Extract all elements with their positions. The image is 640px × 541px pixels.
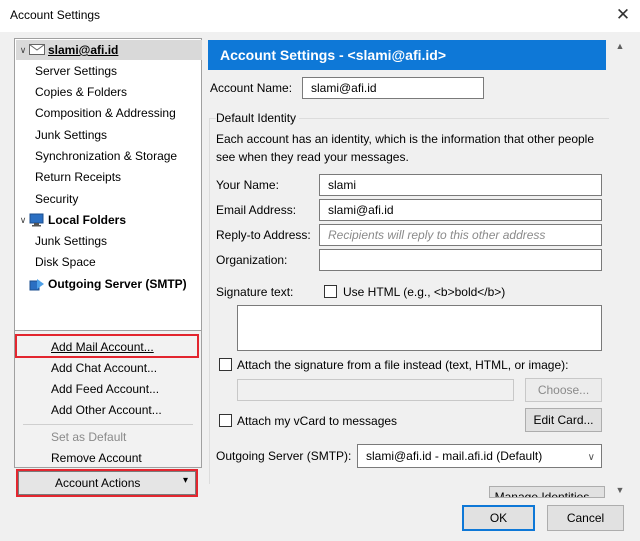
attach-signature-checkbox[interactable] <box>219 358 232 371</box>
menu-add-chat-account[interactable]: Add Chat Account... <box>51 358 157 378</box>
account-name-input[interactable]: slami@afi.id <box>302 77 484 99</box>
ok-button[interactable]: OK <box>462 505 535 531</box>
signature-file-input <box>237 379 514 401</box>
account-name-label: Account Name: <box>210 81 293 95</box>
cancel-button[interactable]: Cancel <box>547 505 624 531</box>
tree-item-local-junk[interactable]: Junk Settings <box>35 231 107 251</box>
menu-add-feed-account[interactable]: Add Feed Account... <box>51 379 159 399</box>
edit-card-button[interactable]: Edit Card... <box>525 408 602 432</box>
tree-item-synchronization[interactable]: Synchronization & Storage <box>35 146 177 166</box>
your-name-label: Your Name: <box>216 178 279 192</box>
tree-item-composition[interactable]: Composition & Addressing <box>35 103 176 123</box>
menu-separator <box>23 424 193 425</box>
outgoing-server-value: slami@afi.id - mail.afi.id (Default) <box>366 449 543 463</box>
identity-description: Each account has an identity, which is t… <box>216 132 595 164</box>
choose-button: Choose... <box>525 378 602 402</box>
mail-account-icon <box>29 44 45 55</box>
outgoing-server-label: Outgoing Server (SMTP): <box>216 449 352 463</box>
scroll-down-icon[interactable]: ▼ <box>612 482 628 498</box>
tree-item-copies-folders[interactable]: Copies & Folders <box>35 82 127 102</box>
outgoing-server-select[interactable]: slami@afi.id - mail.afi.id (Default) ∨ <box>357 444 602 468</box>
panel-banner: Account Settings - <slami@afi.id> <box>208 40 606 70</box>
organization-input[interactable] <box>319 249 602 271</box>
chevron-down-icon[interactable]: ∨ <box>18 45 28 55</box>
attach-vcard-checkbox[interactable] <box>219 414 232 427</box>
local-folders-icon <box>29 213 44 227</box>
menu-remove-account[interactable]: Remove Account <box>51 448 142 468</box>
organization-label: Organization: <box>216 253 288 267</box>
use-html-checkbox[interactable] <box>324 285 337 298</box>
account-tree[interactable]: ∨ slami@afi.id Server Settings Copies & … <box>14 38 202 330</box>
tree-item-disk-space[interactable]: Disk Space <box>35 252 96 272</box>
tree-item-server-settings[interactable]: Server Settings <box>35 61 117 81</box>
tree-item-security[interactable]: Security <box>35 189 78 209</box>
manage-identities-button[interactable]: Manage Identities... <box>489 486 605 498</box>
reply-to-label: Reply-to Address: <box>216 228 311 242</box>
reply-to-input[interactable]: Recipients will reply to this other addr… <box>319 224 602 246</box>
window-title: Account Settings <box>10 8 101 22</box>
close-icon[interactable]: ✕ <box>612 4 634 26</box>
scrollbar[interactable]: ▲ ▼ <box>612 38 628 498</box>
tree-item-return-receipts[interactable]: Return Receipts <box>35 167 121 187</box>
signature-textarea[interactable] <box>237 305 602 351</box>
attach-signature-label[interactable]: Attach the signature from a file instead… <box>237 356 568 374</box>
tree-account-label[interactable]: slami@afi.id <box>48 40 118 60</box>
tree-item-junk-settings[interactable]: Junk Settings <box>35 125 107 145</box>
email-address-input[interactable]: slami@afi.id <box>319 199 602 221</box>
menu-set-default: Set as Default <box>51 430 127 444</box>
your-name-input[interactable]: slami <box>319 174 602 196</box>
highlight-account-actions <box>16 469 198 497</box>
outgoing-server-icon <box>29 279 44 291</box>
chevron-down-icon: ∨ <box>587 452 595 463</box>
chevron-down-icon[interactable]: ∨ <box>18 215 28 225</box>
attach-vcard-label[interactable]: Attach my vCard to messages <box>237 412 397 430</box>
highlight-add-mail <box>15 334 199 358</box>
menu-add-other-account[interactable]: Add Other Account... <box>51 400 162 420</box>
tree-outgoing-server[interactable]: Outgoing Server (SMTP) <box>48 274 187 294</box>
use-html-label[interactable]: Use HTML (e.g., <b>bold</b>) <box>343 283 505 301</box>
email-address-label: Email Address: <box>216 203 297 217</box>
signature-text-label: Signature text: <box>216 285 294 299</box>
tree-local-folders[interactable]: Local Folders <box>48 210 126 230</box>
scroll-up-icon[interactable]: ▲ <box>612 38 628 54</box>
default-identity-legend: Default Identity <box>216 109 300 127</box>
